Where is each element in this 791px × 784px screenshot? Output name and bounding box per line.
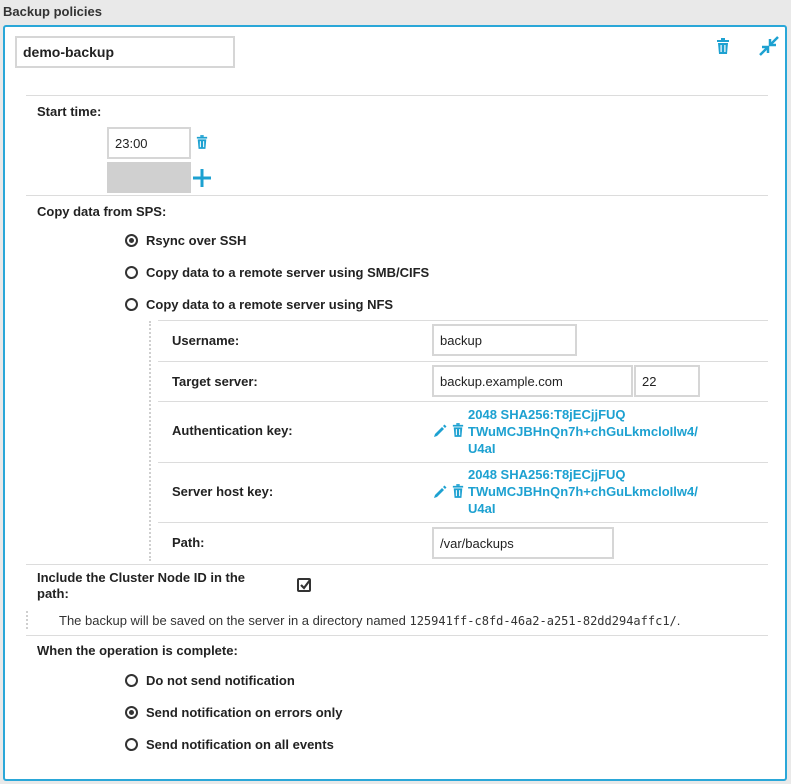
radio-label: Rsync over SSH bbox=[146, 233, 247, 248]
host-key-line: U4aI bbox=[468, 501, 496, 516]
radio-indicator[interactable] bbox=[125, 706, 138, 719]
radio-all-events[interactable]: Send notification on all events bbox=[125, 737, 334, 752]
auth-key-line: U4aI bbox=[468, 441, 496, 456]
radio-indicator[interactable] bbox=[125, 674, 138, 687]
auth-key-label: Authentication key: bbox=[172, 423, 293, 438]
target-port-input[interactable] bbox=[634, 365, 700, 397]
notification-label: When the operation is complete: bbox=[37, 643, 238, 658]
radio-nfs[interactable]: Copy data to a remote server using NFS bbox=[125, 297, 393, 312]
new-start-time-slot[interactable] bbox=[107, 162, 191, 193]
username-input[interactable] bbox=[432, 324, 577, 356]
radio-indicator[interactable] bbox=[125, 234, 138, 247]
auth-key-line: 2048 SHA256:T8jECjjFUQ bbox=[468, 407, 626, 422]
collapse-icon[interactable] bbox=[759, 36, 779, 56]
target-server-label: Target server: bbox=[172, 374, 258, 389]
radio-label: Copy data to a remote server using SMB/C… bbox=[146, 265, 430, 280]
cluster-path-info: The backup will be saved on the server i… bbox=[59, 613, 680, 628]
trash-icon[interactable] bbox=[452, 423, 464, 437]
radio-label: Do not send notification bbox=[146, 673, 295, 688]
copy-data-label: Copy data from SPS: bbox=[37, 204, 167, 219]
cluster-node-checkbox[interactable] bbox=[297, 578, 311, 592]
start-time-label: Start time: bbox=[37, 104, 102, 119]
radio-label: Send notification on all events bbox=[146, 737, 334, 752]
host-key-link[interactable]: 2048 SHA256:T8jECjjFUQ TWuMCJBHnQn7h+chG… bbox=[468, 466, 698, 517]
path-label: Path: bbox=[172, 535, 205, 550]
section-title: Backup policies bbox=[3, 4, 102, 19]
start-time-input[interactable] bbox=[107, 127, 191, 159]
delete-start-time-icon[interactable] bbox=[196, 135, 208, 149]
radio-label: Copy data to a remote server using NFS bbox=[146, 297, 394, 312]
radio-indicator[interactable] bbox=[125, 298, 138, 311]
cluster-node-label: Include the Cluster Node ID in the path: bbox=[37, 570, 245, 602]
pencil-icon[interactable] bbox=[433, 485, 447, 499]
target-server-input[interactable] bbox=[432, 365, 633, 397]
policy-name-input[interactable] bbox=[15, 36, 235, 68]
host-key-label: Server host key: bbox=[172, 484, 274, 499]
username-label: Username: bbox=[172, 333, 240, 348]
cluster-node-label-line1: Include the Cluster Node ID in the bbox=[37, 570, 246, 585]
radio-errors-only[interactable]: Send notification on errors only bbox=[125, 705, 342, 720]
trash-icon[interactable] bbox=[716, 38, 730, 54]
info-suffix: . bbox=[676, 613, 681, 628]
add-start-time-icon[interactable] bbox=[193, 169, 211, 187]
trash-icon[interactable] bbox=[452, 484, 464, 498]
pencil-icon[interactable] bbox=[433, 424, 447, 438]
radio-label: Send notification on errors only bbox=[146, 705, 343, 720]
auth-key-link[interactable]: 2048 SHA256:T8jECjjFUQ TWuMCJBHnQn7h+chG… bbox=[468, 406, 698, 457]
radio-no-notification[interactable]: Do not send notification bbox=[125, 673, 295, 688]
backup-policy-panel: Start time: Copy data from SPS: Rsync ov… bbox=[3, 25, 787, 781]
cluster-node-label-line2: path: bbox=[37, 586, 69, 601]
radio-rsync[interactable]: Rsync over SSH bbox=[125, 233, 246, 248]
path-input[interactable] bbox=[432, 527, 614, 559]
auth-key-line: TWuMCJBHnQn7h+chGuLkmcloIlw4/ bbox=[468, 424, 698, 439]
host-key-line: TWuMCJBHnQn7h+chGuLkmcloIlw4/ bbox=[468, 484, 698, 499]
radio-indicator[interactable] bbox=[125, 738, 138, 751]
cluster-node-id: 125941ff-c8fd-46a2-a251-82dd294affc1/ bbox=[409, 614, 677, 628]
radio-indicator[interactable] bbox=[125, 266, 138, 279]
info-prefix: The backup will be saved on the server i… bbox=[59, 613, 410, 628]
host-key-line: 2048 SHA256:T8jECjjFUQ bbox=[468, 467, 626, 482]
radio-smb[interactable]: Copy data to a remote server using SMB/C… bbox=[125, 265, 429, 280]
